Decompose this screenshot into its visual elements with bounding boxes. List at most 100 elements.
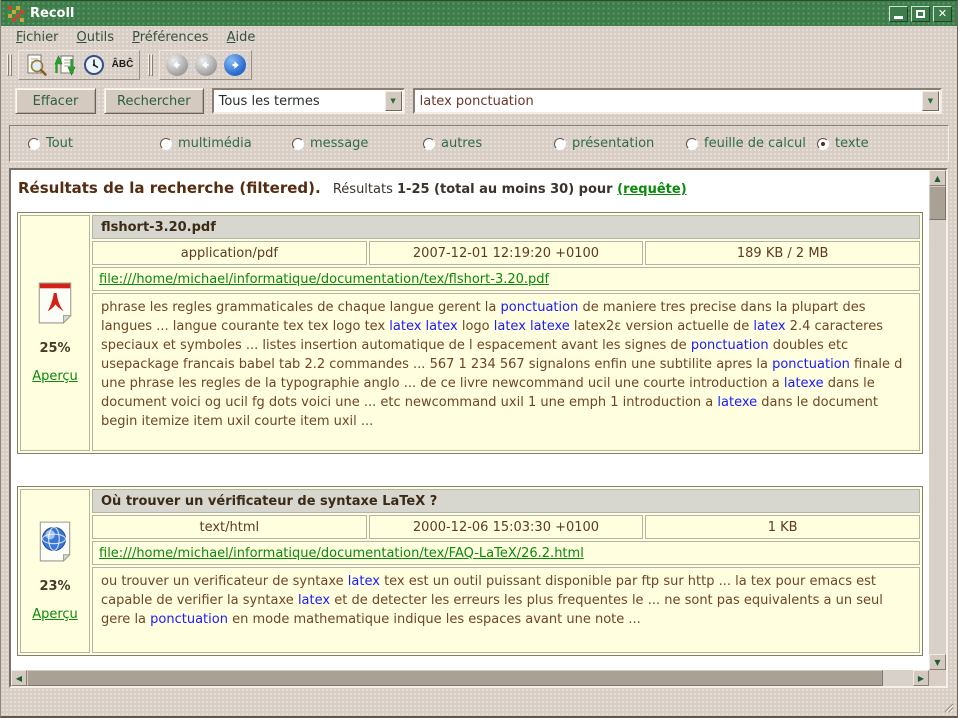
window-title: Recoll <box>30 6 886 21</box>
radio-label: texte <box>835 136 869 151</box>
sort-parameters-button[interactable] <box>50 52 79 78</box>
horizontal-scrollbar[interactable]: ◀ ▶ <box>11 670 929 686</box>
preview-link[interactable]: Aperçu <box>32 607 78 622</box>
filter-radio-texte[interactable]: texte <box>817 136 869 151</box>
document-history-button[interactable] <box>79 52 108 78</box>
highlighted-term: latexe <box>784 376 824 391</box>
highlighted-term: ponctuation <box>772 357 850 372</box>
result-snippet: phrase les regles grammaticales de chaqu… <box>92 293 920 451</box>
result-date: 2000-12-06 15:03:30 +0100 <box>369 515 644 539</box>
doc-type-icon <box>36 282 74 328</box>
next-page-button[interactable] <box>220 52 249 78</box>
chevron-down-icon[interactable]: ▼ <box>922 91 939 111</box>
scrollbar-corner <box>929 670 946 686</box>
menu-aide[interactable]: Aide <box>218 28 265 47</box>
results-list: Résultats de la recherche (filtered). Ré… <box>11 170 929 670</box>
document-history-icon <box>82 53 106 77</box>
filter-radio-message[interactable]: message <box>292 136 368 151</box>
doc-type-icon <box>36 520 74 566</box>
results-frame: Résultats de la recherche (filtered). Ré… <box>9 168 948 688</box>
result-title: flshort-3.20.pdf <box>92 215 920 239</box>
menu-bar: FichierOutilsPréférencesAide <box>1 26 957 49</box>
scroll-right-icon[interactable]: ▶ <box>913 670 929 686</box>
search-mode-select[interactable]: Tous les termes ▼ <box>212 88 405 114</box>
toolbar-group-nav <box>159 50 252 80</box>
html-file-icon <box>36 520 74 562</box>
first-page-icon <box>166 54 188 76</box>
highlighted-term: ponctuation <box>501 300 579 315</box>
previous-page-button[interactable] <box>191 52 220 78</box>
radio-label: multimédia <box>178 136 252 151</box>
vertical-scrollbar[interactable]: ▲ ▼ <box>929 170 946 670</box>
radio-label: message <box>310 136 368 151</box>
scroll-up-icon[interactable]: ▲ <box>929 170 946 186</box>
scroll-left-icon[interactable]: ◀ <box>11 670 27 686</box>
menu-outils[interactable]: Outils <box>68 28 124 47</box>
minimize-icon <box>894 16 903 19</box>
highlighted-term: latex <box>753 319 785 334</box>
sort-parameters-icon <box>53 53 77 77</box>
maximize-icon <box>916 10 925 18</box>
horizontal-scroll-thumb[interactable] <box>27 670 883 686</box>
radio-icon[interactable] <box>28 138 40 150</box>
menu-fichier[interactable]: Fichier <box>7 28 68 47</box>
result-url-cell: file:///home/michael/informatique/docume… <box>92 541 920 565</box>
result-meta-row: application/pdf 2007-12-01 12:19:20 +010… <box>92 241 920 265</box>
radio-icon[interactable] <box>686 138 698 150</box>
results-summary: Résultats 1-25 (total au moins 30) pour … <box>333 182 687 197</box>
chevron-down-icon[interactable]: ▼ <box>385 91 402 111</box>
term-explorer-button[interactable]: ÂBĈ <box>108 52 137 78</box>
radio-icon[interactable] <box>160 138 172 150</box>
vertical-scroll-thumb[interactable] <box>929 186 946 220</box>
result-url-link[interactable]: file:///home/michael/informatique/docume… <box>99 546 584 561</box>
category-filter-bar: Tout multimédia message autres présentation f… <box>9 125 949 162</box>
filter-radio-multimedia[interactable]: multimédia <box>160 136 252 151</box>
status-bar <box>1 688 957 716</box>
highlighted-term: latexe <box>717 395 757 410</box>
radio-icon[interactable] <box>423 138 435 150</box>
result-title: Où trouver un vérificateur de syntaxe La… <box>92 489 920 513</box>
next-page-icon <box>224 54 246 76</box>
scroll-down-icon[interactable]: ▼ <box>929 654 946 670</box>
preview-link[interactable]: Aperçu <box>32 369 78 384</box>
query-link[interactable]: (requête) <box>617 182 687 197</box>
radio-icon[interactable] <box>817 138 829 150</box>
result-entry: 25% Aperçu flshort-3.20.pdf application/… <box>17 212 923 454</box>
toolbar-group-tools: ÂBĈ <box>18 50 140 80</box>
radio-icon[interactable] <box>554 138 566 150</box>
first-page-button[interactable] <box>162 52 191 78</box>
filter-radio-feuilledecalcul[interactable]: feuille de calcul <box>686 136 806 151</box>
highlighted-term: latex <box>348 574 380 589</box>
search-row: Effacer Rechercher Tous les termes ▼ ▼ <box>1 80 957 118</box>
minimize-button[interactable] <box>889 6 908 22</box>
filter-radio-autres[interactable]: autres <box>423 136 482 151</box>
menu-preferences[interactable]: Préférences <box>123 28 217 47</box>
result-snippet: ou trouver un verificateur de syntaxe la… <box>92 567 920 653</box>
result-entry-body: flshort-3.20.pdf application/pdf 2007-12… <box>92 215 920 451</box>
result-url-link[interactable]: file:///home/michael/informatique/docume… <box>99 272 549 287</box>
result-entries: 25% Aperçu flshort-3.20.pdf application/… <box>11 212 929 656</box>
filter-radio-presentation[interactable]: présentation <box>554 136 654 151</box>
toolbar-handle[interactable] <box>7 54 16 76</box>
maximize-button[interactable] <box>911 6 930 22</box>
highlighted-term: latex <box>298 593 330 608</box>
advanced-search-button[interactable] <box>21 52 50 78</box>
highlighted-term: latex latexe <box>494 319 570 334</box>
result-mime-type: application/pdf <box>92 241 367 265</box>
result-entry-sidebar: 25% Aperçu <box>20 215 90 451</box>
close-icon: ✕ <box>938 8 947 19</box>
results-heading: Résultats de la recherche (filtered). <box>18 179 321 197</box>
resize-grip-icon[interactable] <box>940 699 954 713</box>
close-button[interactable]: ✕ <box>933 6 952 22</box>
relevance-percent: 23% <box>39 579 70 594</box>
clear-button[interactable]: Effacer <box>15 88 96 114</box>
toolbar: ÂBĈ <box>1 49 957 80</box>
filter-radio-tout[interactable]: Tout <box>28 136 73 151</box>
toolbar-handle[interactable] <box>148 54 157 76</box>
highlighted-term: ponctuation <box>150 612 228 627</box>
radio-label: feuille de calcul <box>704 136 806 151</box>
radio-icon[interactable] <box>292 138 304 150</box>
search-input[interactable] <box>415 93 922 110</box>
highlighted-term: latex latex <box>389 319 457 334</box>
search-button[interactable]: Rechercher <box>104 88 204 114</box>
